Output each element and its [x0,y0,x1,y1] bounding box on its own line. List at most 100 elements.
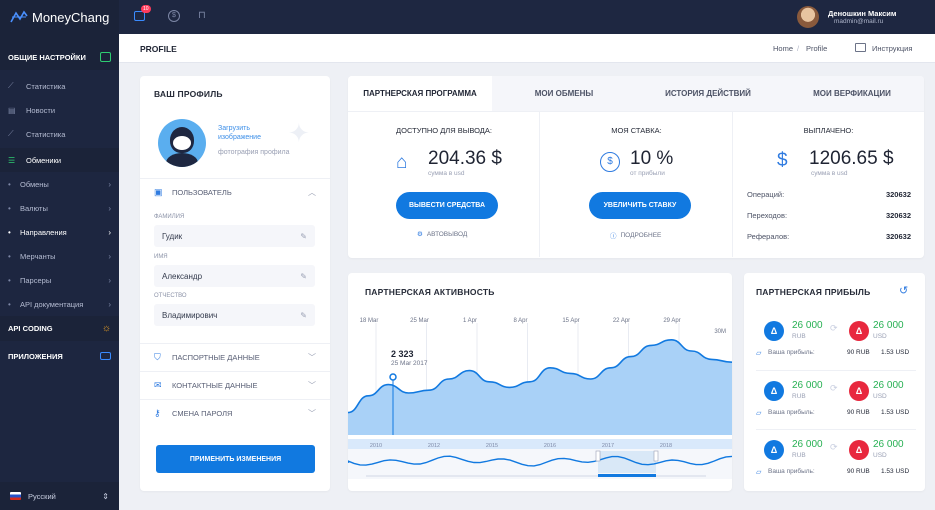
sidebar-sub-api-docs[interactable]: • API документация › [0,292,119,316]
profile-avatar[interactable] [158,119,206,167]
chart-line-icon: ⟋ [8,129,14,138]
field-label: ФАМИЛИЯ [154,214,185,220]
upload-link[interactable]: Загрузить изображение [218,124,288,142]
instructions-icon [855,43,866,52]
chevron-down-icon: ﹀ [308,381,316,390]
chevron-right-icon: › [108,179,111,189]
sidebar-apps[interactable]: ПРИЛОЖЕНИЯ [0,341,119,371]
logo-text: MoneyChang [32,9,110,25]
left-currency: RUB [792,452,806,459]
activity-chart[interactable]: 18 Mar 25 Mar 1 Apr 8 Apr 15 Apr 22 Apr 29 Apr… [348,311,732,491]
x-tick-label: 25 Mar [410,318,429,324]
autowithdraw-link[interactable]: ⚙ АВТОВЫВОД [417,230,467,239]
red-currency-icon: Δ [849,321,869,341]
envelope-icon: ✉ [154,380,162,390]
password-section-header[interactable]: ⚷ СМЕНА ПАРОЛЯ ﹀ [140,399,330,427]
sidebar-sub-currencies[interactable]: • Валюты › [0,196,119,220]
pencil-icon: ✎ [300,231,307,241]
right-currency: USD [873,333,887,340]
available-label: ДОСТУПНО ДЛЯ ВЫВОДА: [396,126,492,135]
withdraw-button[interactable]: ВЫВЕСТИ СРЕДСТВА [396,192,498,219]
sidebar-item-statistics-2[interactable]: ⟋ Статистика [0,122,119,146]
profit-block: Δ 26 000 RUB ⟳ Δ 26 000 USD ▱ Ваша прибыль: 90 RU… [756,370,916,425]
sidebar-item-exchanges[interactable]: ☰ Обменики [0,148,119,172]
briefcase-icon [100,352,111,360]
avatar[interactable] [797,6,819,28]
left-amount: 26 000 [792,320,823,331]
hand-money-icon: $ [777,150,788,171]
more-link[interactable]: ⓘ ПОДРОБНЕЕ [610,230,661,241]
lastname-field[interactable]: Гудик ✎ [154,225,315,247]
sidebar-api-coding[interactable]: API CODING ☼ [0,316,119,341]
flag-ru-icon [10,492,21,500]
sidebar-general-settings[interactable]: ОБЩИЕ НАСТРОЙКИ [0,44,119,70]
y-tick-label: 30M [714,329,726,335]
tab-verifications[interactable]: МОИ ВЕРФИКАЦИИ [780,76,924,111]
stat-row-referrals: Рефералов: 320632 [747,232,911,241]
tab-history[interactable]: ИСТОРИЯ ДЕЙСТВИЙ [636,76,780,111]
field-block-firstname: ИМЯ Александр ✎ [154,254,315,287]
right-currency: USD [873,452,887,459]
id-card-icon: ▣ [154,187,163,197]
field-label: ОТЧЕСТВО [154,293,187,299]
logo[interactable]: MoneyChang [0,0,119,34]
profit-rub: 90 RUB [847,409,870,416]
available-value: 204.36 $ [428,148,502,169]
rate-label: МОЯ СТАВКА: [611,126,662,135]
history-icon[interactable]: ↺ [899,284,908,297]
navigator-year-label: 2010 [370,443,382,449]
notification-badge: 10 [141,5,151,13]
left-currency: RUB [792,333,806,340]
patronymic-field[interactable]: Владимирович ✎ [154,304,315,326]
exchange-icon: ⟳ [830,323,838,333]
profit-rub: 90 RUB [847,349,870,356]
instructions-link[interactable]: Инструкция [872,44,912,53]
user-section-header[interactable]: ▣ ПОЛЬЗОВАТЕЛЬ ︿ [140,178,330,206]
left-amount: 26 000 [792,439,823,450]
sidebar-item-statistics[interactable]: ⟋ Статистика [0,74,119,98]
navigator-year-label: 2016 [544,443,556,449]
right-amount: 26 000 [873,380,904,391]
sidebar-sub-exchanges[interactable]: • Обмены › [0,172,119,196]
firstname-field[interactable]: Александр ✎ [154,265,315,287]
sidebar-sub-parsers[interactable]: • Парсеры › [0,268,119,292]
field-block-patronymic: ОТЧЕСТВО Владимирович ✎ [154,293,315,326]
paid-column: ВЫПЛАЧЕНО: $ 1206.65 $ сумма в usd Опера… [733,112,924,257]
passport-section-header[interactable]: ⛉ ПАСПОРТНЫЕ ДАННЫЕ ﹀ [140,343,330,371]
breadcrumb-home[interactable]: Home [773,44,793,53]
pencil-icon: ✎ [300,310,307,320]
navigator-scrollbar-thumb [598,474,656,477]
paid-stats: Операций: 320632 Переходов: 320632 Реферал… [747,184,911,247]
stat-row-transitions: Переходов: 320632 [747,211,911,220]
increase-rate-button[interactable]: УВЕЛИЧИТЬ СТАВКУ [589,192,691,219]
key-icon: ⚷ [154,408,161,418]
sidebar-item-news[interactable]: ▤ Новости [0,98,119,122]
profit-chart-icon: ▱ [756,469,762,476]
program-card: ПАРТНЕРСКАЯ ПРОГРАММА МОИ ОБМЕНЫ ИСТОРИЯ… [348,76,924,258]
tab-my-exchanges[interactable]: МОИ ОБМЕНЫ [492,76,636,111]
red-currency-icon: Δ [849,381,869,401]
apply-changes-button[interactable]: ПРИМЕНИТЬ ИЗМЕНЕНИЯ [156,445,315,473]
language-selector[interactable]: Русский ⇕ [0,482,119,510]
contacts-section-header[interactable]: ✉ КОНТАКТНЫЕ ДАННЫЕ ﹀ [140,371,330,399]
tab-partner-program[interactable]: ПАРТНЕРСКАЯ ПРОГРАММА [348,76,492,111]
sparkle-icon: ✦ [288,118,310,148]
dollar-icon[interactable]: $ [168,10,180,22]
stack-icon: ☰ [8,155,16,165]
sidebar-sub-merchants[interactable]: • Мерчанты › [0,244,119,268]
bank-icon: ⌂ [396,152,408,173]
sidebar-sub-directions[interactable]: • Направления › [0,220,119,244]
chart-line-icon: ⟋ [8,81,14,90]
exchange-icon: ⟳ [830,442,838,452]
lock-icon[interactable]: ⊓ [198,10,207,22]
paid-label: ВЫПЛАЧЕНО: [803,126,854,135]
breadcrumb-separator: / [797,44,800,53]
profit-usd: 1.53 USD [881,349,910,356]
exchange-icon: ⟳ [830,383,838,393]
profit-label: Ваша прибыль: [768,468,815,475]
page-title: PROFILE [140,44,177,54]
left-amount: 26 000 [792,380,823,391]
blue-currency-icon: Δ [764,440,784,460]
chevron-updown-icon: ⇕ [102,491,109,501]
x-tick-label: 15 Apr [562,318,579,324]
